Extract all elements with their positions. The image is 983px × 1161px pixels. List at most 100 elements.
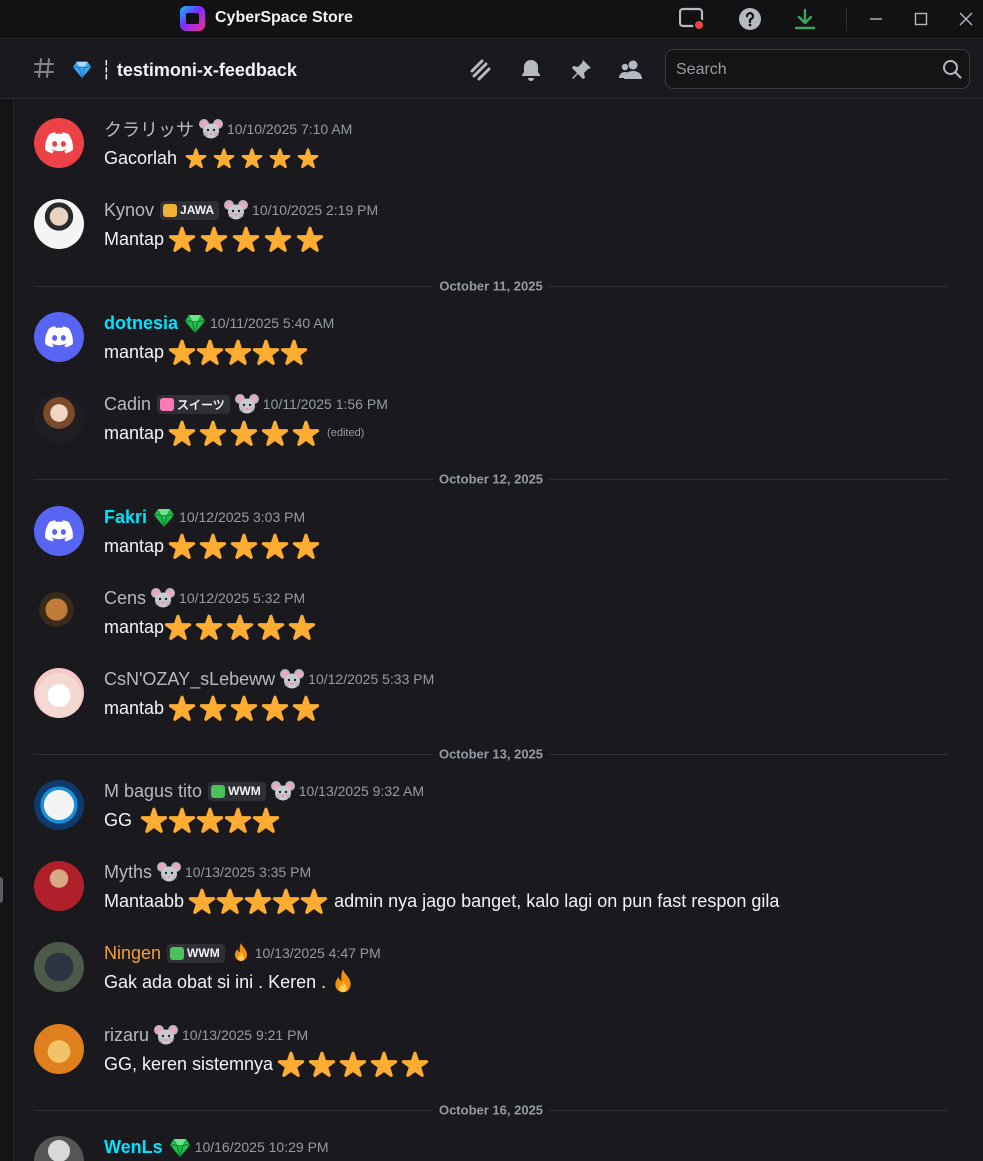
search-icon[interactable] (941, 58, 963, 85)
role-tag: WWM (208, 781, 266, 801)
star-icon (196, 338, 224, 366)
star-rating (168, 532, 323, 560)
heart-icon (160, 397, 175, 411)
star-rating (140, 806, 280, 834)
date-divider: October 12, 2025 (34, 471, 948, 487)
avatar[interactable] (34, 942, 84, 992)
star-icon (401, 1050, 429, 1078)
star-icon (232, 225, 260, 253)
username[interactable]: Cadin (104, 394, 151, 415)
avatar[interactable] (34, 861, 84, 911)
role-tag-label: WWM (187, 946, 220, 960)
server-indicator-pill (0, 877, 3, 903)
message-text: GG (104, 809, 133, 830)
star-icon (168, 338, 196, 366)
message-text: Mantaabb (104, 890, 185, 911)
username[interactable]: CsN'OZAY_sLebeww (104, 669, 275, 690)
star-icon (269, 147, 291, 169)
message-text: mantab (104, 697, 165, 718)
pin-icon[interactable] (567, 56, 595, 84)
download-icon[interactable] (792, 6, 818, 32)
star-icon (185, 147, 207, 169)
message-content: mantap (edited) (104, 419, 364, 447)
username[interactable]: Kynov (104, 200, 154, 221)
message-item[interactable]: Myths 10/13/2025 3:35 PM Mantaabb admin … (15, 842, 983, 922)
avatar[interactable] (34, 1024, 84, 1074)
message-header: クラリッサ 10/10/2025 7:10 AM (104, 117, 352, 141)
username[interactable]: Ningen (104, 943, 161, 964)
avatar[interactable] (34, 118, 84, 168)
star-icon (188, 887, 216, 915)
message-content: mantap (104, 532, 323, 560)
message-item[interactable]: CsN'OZAY_sLebeww 10/12/2025 5:33 PM mant… (15, 649, 983, 729)
titlebar-divider (846, 7, 847, 31)
avatar[interactable] (34, 199, 84, 249)
close-icon[interactable] (955, 8, 977, 30)
message-item[interactable]: WenLs 10/16/2025 10:29 PM (15, 1117, 983, 1161)
search-input[interactable] (676, 59, 936, 81)
star-icon (199, 419, 227, 447)
message-item[interactable]: Kynov JAWA 10/10/2025 2:19 PM Mantap (15, 180, 983, 260)
star-icon (226, 613, 254, 641)
timestamp: 10/16/2025 10:29 PM (194, 1139, 329, 1155)
message-content: Gacorlah (104, 144, 325, 172)
avatar[interactable] (34, 587, 84, 637)
minimize-icon[interactable] (865, 8, 887, 30)
message-item[interactable]: Fakri 10/12/2025 3:03 PM mantap (15, 487, 983, 567)
avatar[interactable] (34, 668, 84, 718)
message-item[interactable]: dotnesia 10/11/2025 5:40 AM mantap (15, 293, 983, 373)
title-bar: CyberSpace Store (0, 0, 983, 38)
message-text: Gacorlah (104, 147, 178, 168)
message-header: Ningen WWM 10/13/2025 4:47 PM (104, 941, 381, 965)
notification-bell-icon[interactable] (517, 56, 545, 84)
username[interactable]: Myths (104, 862, 152, 883)
star-icon (277, 1050, 305, 1078)
maximize-icon[interactable] (910, 8, 932, 30)
star-icon (288, 613, 316, 641)
timestamp: 10/13/2025 9:21 PM (182, 1027, 309, 1043)
message-item[interactable]: M bagus tito WWM 10/13/2025 9:32 AM GG (15, 761, 983, 841)
avatar[interactable] (34, 393, 84, 443)
username[interactable]: dotnesia (104, 313, 178, 334)
username[interactable]: クラリッサ (104, 116, 194, 142)
star-icon (261, 419, 289, 447)
message-content: mantab (104, 694, 323, 722)
avatar[interactable] (34, 506, 84, 556)
message-header: CsN'OZAY_sLebeww 10/12/2025 5:33 PM (104, 667, 434, 691)
search-box[interactable] (665, 49, 970, 89)
star-icon (140, 806, 168, 834)
timestamp: 10/12/2025 5:33 PM (308, 671, 435, 687)
timestamp: 10/13/2025 4:47 PM (254, 945, 381, 961)
message-item[interactable]: クラリッサ 10/10/2025 7:10 AM Gacorlah (15, 99, 983, 179)
message-header: M bagus tito WWM 10/13/2025 9:32 AM (104, 779, 424, 803)
mouse-emoji-icon (224, 199, 248, 221)
avatar[interactable] (34, 1136, 84, 1161)
server-rail (0, 99, 14, 1161)
username[interactable]: M bagus tito (104, 781, 202, 802)
screen-record-icon[interactable] (679, 6, 705, 32)
star-icon (168, 694, 196, 722)
mouse-emoji-icon (199, 118, 223, 140)
star-icon (272, 887, 300, 915)
username[interactable]: WenLs (104, 1137, 163, 1158)
timestamp: 10/13/2025 9:32 AM (298, 783, 425, 799)
message-item[interactable]: rizaru 10/13/2025 9:21 PM GG, keren sist… (15, 1005, 983, 1085)
message-item[interactable]: Cens 10/12/2025 5:32 PM mantap (15, 568, 983, 648)
username[interactable]: Cens (104, 588, 146, 609)
message-list: クラリッサ 10/10/2025 7:10 AM Gacorlah Kynov … (15, 99, 983, 1161)
message-header: Cadin スイーツ 10/11/2025 1:56 PM (104, 392, 388, 416)
avatar[interactable] (34, 780, 84, 830)
username[interactable]: rizaru (104, 1025, 149, 1046)
member-list-icon[interactable] (617, 56, 645, 84)
help-icon[interactable] (737, 6, 763, 32)
date-divider-label: October 16, 2025 (432, 1102, 550, 1118)
star-icon (230, 532, 258, 560)
threads-icon[interactable] (466, 56, 494, 84)
avatar[interactable] (34, 312, 84, 362)
message-item[interactable]: Cadin スイーツ 10/11/2025 1:56 PM mantap (ed… (15, 374, 983, 454)
star-icon (292, 532, 320, 560)
channel-name: ┆ testimoni-x-feedback (71, 59, 297, 81)
message-item[interactable]: Ningen WWM 10/13/2025 4:47 PM Gak ada ob… (15, 923, 983, 1003)
channel-header: ┆ testimoni-x-feedback (0, 38, 983, 99)
username[interactable]: Fakri (104, 507, 147, 528)
